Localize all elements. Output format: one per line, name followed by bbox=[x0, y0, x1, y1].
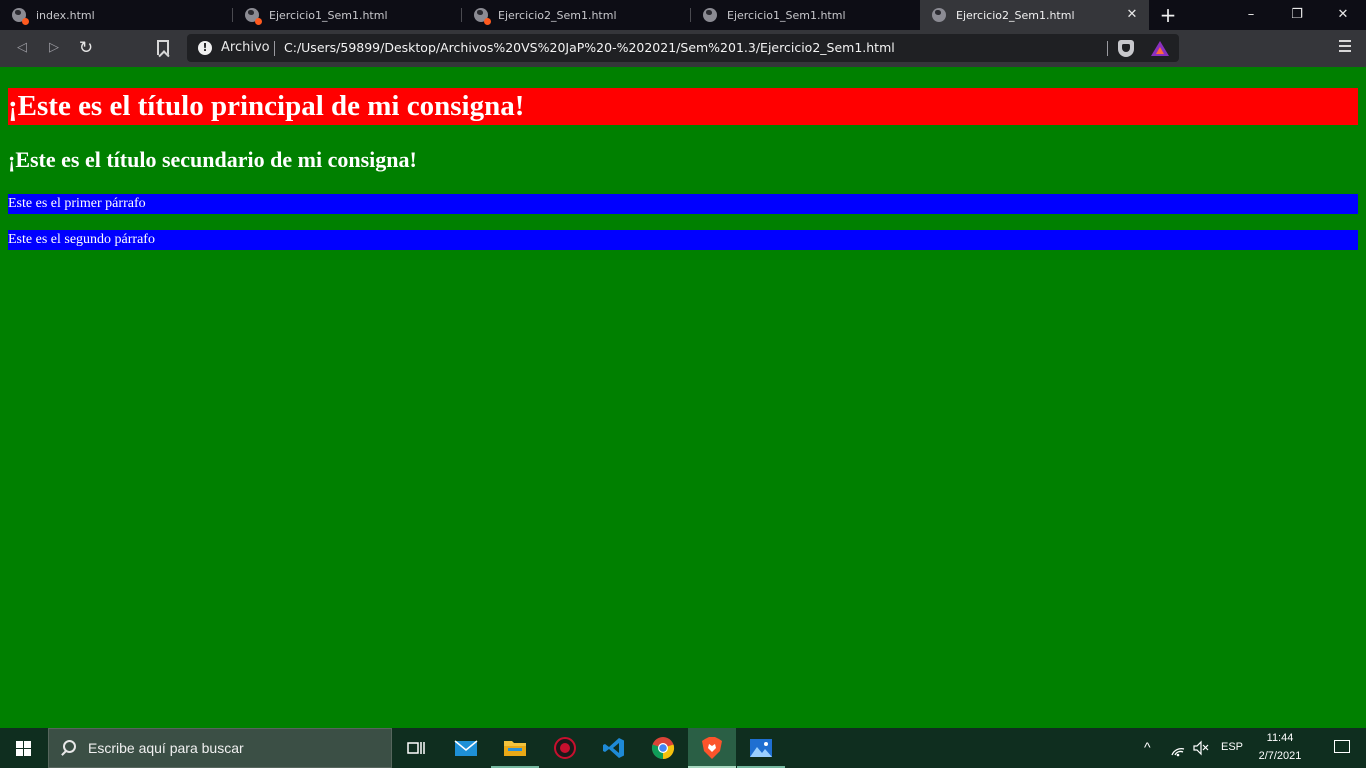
notification-dot bbox=[22, 18, 29, 25]
page-content: ¡Este es el título principal de mi consi… bbox=[0, 67, 1366, 728]
reload-button[interactable]: ↻ bbox=[75, 37, 97, 59]
globe-icon bbox=[474, 8, 491, 25]
action-center-button[interactable] bbox=[1318, 728, 1366, 768]
clock-date[interactable]: 2/7/2021 bbox=[1256, 750, 1304, 762]
file-explorer-icon bbox=[504, 741, 526, 756]
globe-icon bbox=[703, 8, 717, 22]
task-view-icon bbox=[407, 742, 425, 754]
second-paragraph: Este es el segundo párrafo bbox=[8, 230, 1358, 250]
start-button[interactable] bbox=[0, 728, 48, 768]
new-tab-button[interactable]: + bbox=[1156, 3, 1180, 27]
windows-logo-icon bbox=[16, 741, 32, 756]
globe-icon bbox=[932, 8, 946, 22]
mail-icon bbox=[454, 740, 478, 756]
site-info-label[interactable]: Archivo bbox=[221, 34, 270, 62]
vscode-app[interactable] bbox=[590, 728, 638, 768]
secondary-heading: ¡Este es el título secundario de mi cons… bbox=[8, 147, 417, 172]
file-explorer-app[interactable] bbox=[491, 728, 539, 768]
clock-time[interactable]: 11:44 bbox=[1256, 732, 1304, 744]
tab-ejercicio2-active[interactable]: Ejercicio2_Sem1.html ✕ bbox=[920, 0, 1149, 30]
address-bar[interactable]: ! Archivo C:/Users/59899/Desktop/Archivo… bbox=[187, 34, 1179, 62]
tab-title: Ejercicio2_Sem1.html bbox=[498, 8, 617, 22]
restore-button[interactable]: ❐ bbox=[1274, 0, 1320, 30]
search-icon bbox=[63, 740, 76, 753]
back-button[interactable]: ◁ bbox=[11, 37, 33, 59]
search-placeholder: Escribe aquí para buscar bbox=[88, 740, 244, 756]
tab-strip: index.html Ejercicio1_Sem1.html Ejercici… bbox=[0, 0, 1366, 30]
bookmark-icon[interactable] bbox=[157, 40, 169, 55]
close-window-button[interactable]: ✕ bbox=[1320, 0, 1366, 30]
brave-rewards-icon[interactable] bbox=[1151, 41, 1169, 56]
main-heading: ¡Este es el título principal de mi consi… bbox=[8, 88, 1358, 125]
first-paragraph: Este es el primer párrafo bbox=[8, 194, 1358, 214]
taskbar-search-box[interactable]: Escribe aquí para buscar bbox=[48, 728, 392, 768]
mail-app[interactable] bbox=[442, 728, 490, 768]
tab-title: Ejercicio1_Sem1.html bbox=[727, 8, 846, 22]
chrome-app[interactable] bbox=[639, 728, 687, 768]
brave-app[interactable] bbox=[688, 728, 736, 768]
brave-icon bbox=[702, 737, 722, 759]
menu-icon[interactable] bbox=[1339, 40, 1351, 54]
tab-ejercicio1[interactable]: Ejercicio1_Sem1.html bbox=[233, 0, 462, 30]
speaker-muted-icon[interactable] bbox=[1192, 740, 1210, 756]
vscode-icon bbox=[603, 738, 624, 758]
tab-title: Ejercicio1_Sem1.html bbox=[269, 8, 388, 22]
brave-shields-icon[interactable] bbox=[1118, 40, 1134, 57]
wifi-icon[interactable] bbox=[1170, 741, 1186, 757]
gaming-app-icon bbox=[554, 737, 576, 759]
tray-overflow-chevron[interactable]: ^ bbox=[1144, 739, 1151, 755]
photos-icon bbox=[750, 739, 772, 757]
url-text[interactable]: C:/Users/59899/Desktop/Archivos%20VS%20J… bbox=[284, 34, 895, 62]
photos-app[interactable] bbox=[737, 728, 785, 768]
language-indicator[interactable]: ESP bbox=[1221, 741, 1243, 753]
tab-ejercicio1-second[interactable]: Ejercicio1_Sem1.html bbox=[691, 0, 920, 30]
site-info-icon[interactable]: ! bbox=[198, 41, 212, 55]
taskbar: Escribe aquí para buscar ^ ESP 11:44 2/7… bbox=[0, 728, 1366, 768]
notification-dot bbox=[484, 18, 491, 25]
globe-icon bbox=[245, 8, 262, 25]
chrome-icon bbox=[651, 737, 675, 760]
tab-index[interactable]: index.html bbox=[0, 0, 233, 30]
task-view-button[interactable] bbox=[392, 728, 440, 768]
browser-toolbar: ◁ ▷ ↻ ! Archivo C:/Users/59899/Desktop/A… bbox=[0, 30, 1366, 67]
globe-icon bbox=[12, 8, 29, 25]
notifications-icon bbox=[1334, 740, 1350, 753]
close-tab-icon[interactable]: ✕ bbox=[1125, 8, 1139, 22]
minimize-button[interactable]: – bbox=[1228, 0, 1274, 30]
notification-dot bbox=[255, 18, 262, 25]
tab-title: Ejercicio2_Sem1.html bbox=[956, 8, 1075, 22]
gaming-app[interactable] bbox=[541, 728, 589, 768]
forward-button[interactable]: ▷ bbox=[43, 37, 65, 59]
tab-ejercicio2[interactable]: Ejercicio2_Sem1.html bbox=[462, 0, 691, 30]
tab-title: index.html bbox=[36, 8, 95, 22]
